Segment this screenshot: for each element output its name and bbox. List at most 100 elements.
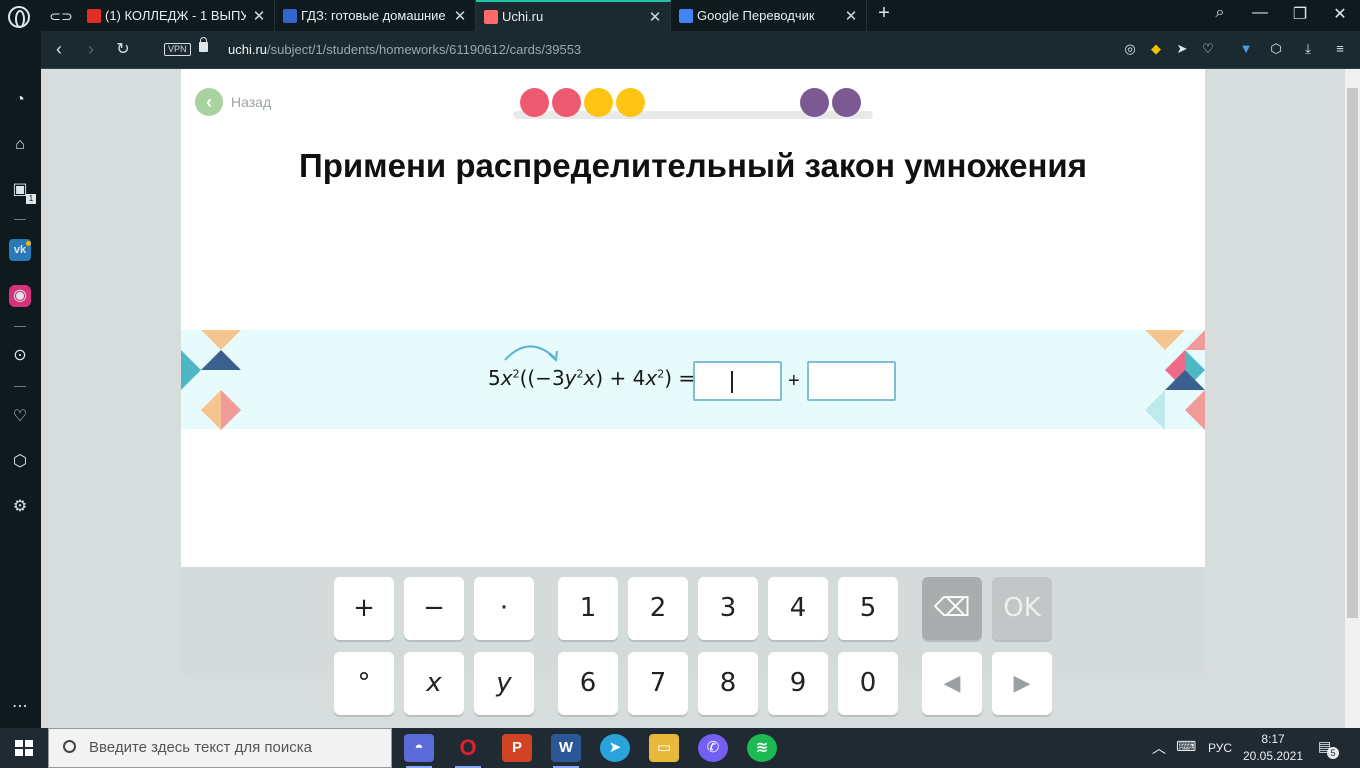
decor-triangle: [1145, 390, 1165, 430]
menu-icon[interactable]: ≡: [1332, 41, 1348, 57]
key-4[interactable]: 4: [768, 577, 828, 640]
key-multiply[interactable]: ·: [474, 577, 534, 640]
restore-icon[interactable]: ❐: [1288, 4, 1312, 24]
download-icon[interactable]: ⤓: [1300, 41, 1316, 57]
tab-bar: ⊂⊃ (1) КОЛЛЕДЖ - 1 ВЫПУСК ✕ ГДЗ: готовые…: [0, 0, 1360, 31]
clock-time[interactable]: 8:17: [1250, 732, 1296, 746]
minimize-icon[interactable]: —: [1248, 4, 1272, 22]
chevron-left-icon: ‹: [195, 88, 223, 116]
adblock-shield-icon[interactable]: ◆: [1148, 41, 1164, 57]
discord-app-icon[interactable]: ◓: [404, 734, 434, 768]
key-6[interactable]: 6: [558, 652, 618, 715]
close-tab-icon[interactable]: ✕: [844, 7, 858, 25]
distribute-arrow-icon: [504, 345, 558, 362]
file-explorer-icon[interactable]: ▭: [649, 734, 679, 762]
new-tab-button[interactable]: +: [874, 2, 894, 25]
gdz-favicon-icon: [283, 8, 297, 23]
key-degree[interactable]: °: [334, 652, 394, 715]
back-arrow-icon[interactable]: ‹: [49, 39, 69, 60]
cube-icon[interactable]: ⬡: [1268, 41, 1284, 57]
decor-triangle: [181, 350, 201, 390]
powerpoint-app-icon[interactable]: P: [502, 734, 532, 762]
key-0[interactable]: 0: [838, 652, 898, 715]
windows-start-icon[interactable]: [15, 740, 33, 756]
speed-dial-icon[interactable]: ◔: [9, 89, 31, 111]
sidebar-divider: [14, 326, 26, 327]
close-tab-icon[interactable]: ✕: [648, 8, 662, 26]
tab-gdz[interactable]: ГДЗ: готовые домашние за ✕: [275, 0, 476, 31]
key-1[interactable]: 1: [558, 577, 618, 640]
tray-chevron-up-icon[interactable]: ︿: [1152, 738, 1166, 758]
cursor-right-key[interactable]: ▶: [992, 652, 1052, 715]
briefcase-icon[interactable]: ⌂: [9, 134, 31, 156]
google-translate-icon: [679, 8, 693, 23]
lock-icon[interactable]: [199, 37, 208, 52]
language-indicator[interactable]: РУС: [1208, 741, 1232, 755]
twitch-badge: 1: [26, 194, 36, 204]
backspace-key[interactable]: ⌫: [922, 577, 982, 640]
extensions-cube-icon[interactable]: ⬡: [9, 451, 31, 473]
taskbar-search-input[interactable]: Введите здесь текст для поиска: [48, 728, 392, 768]
telegram-app-icon[interactable]: ➤: [600, 734, 630, 762]
vpn-badge[interactable]: VPN: [164, 43, 191, 56]
key-9[interactable]: 9: [768, 652, 828, 715]
settings-gear-icon[interactable]: ⚙: [9, 496, 31, 518]
progress-dot: [520, 88, 549, 117]
sidebar-divider: [14, 219, 26, 220]
decor-triangle: [201, 350, 241, 370]
gamepad-icon[interactable]: ⊂⊃: [44, 4, 78, 28]
equation-band: 5x2((−3y2x) + 4x2) = +: [181, 330, 1205, 430]
key-8[interactable]: 8: [698, 652, 758, 715]
tab-uchi[interactable]: Uchi.ru ✕: [476, 0, 671, 31]
back-label: Назад: [231, 94, 272, 110]
equation-expression: 5x2((−3y2x) + 4x2) =: [488, 366, 696, 390]
opera-app-icon[interactable]: O: [453, 734, 483, 768]
search-tabs-icon[interactable]: ⌕: [1208, 4, 1232, 22]
camera-icon[interactable]: ◎: [1122, 41, 1138, 57]
key-x[interactable]: x: [404, 652, 464, 715]
player-icon[interactable]: ⊙: [9, 345, 31, 367]
page-viewport: ‹ Назад Примени распределительный закон …: [41, 69, 1345, 728]
progress-dot: [552, 88, 581, 117]
spotify-app-icon[interactable]: ≋: [747, 734, 777, 762]
key-y[interactable]: y: [474, 652, 534, 715]
close-tab-icon[interactable]: ✕: [252, 7, 266, 25]
word-app-icon[interactable]: W: [551, 734, 581, 768]
key-5[interactable]: 5: [838, 577, 898, 640]
decor-triangle: [201, 330, 241, 350]
page-title: Примени распределительный закон умножени…: [299, 147, 1087, 184]
youtube-icon: [87, 8, 101, 23]
decor-triangle: [201, 390, 221, 430]
back-button[interactable]: ‹ Назад: [195, 88, 271, 116]
close-tab-icon[interactable]: ✕: [453, 7, 467, 25]
answer-input-2[interactable]: [807, 361, 896, 401]
math-keypad: + − · 1 2 3 4 5 ⌫ OK ° x y 6 7 8 9 0 ◀ ▶: [181, 567, 1205, 715]
tab-college[interactable]: (1) КОЛЛЕДЖ - 1 ВЫПУСК ✕: [79, 0, 275, 31]
key-7[interactable]: 7: [628, 652, 688, 715]
viber-app-icon[interactable]: ✆: [698, 734, 728, 762]
cursor-left-key[interactable]: ◀: [922, 652, 982, 715]
bookmarks-heart-icon[interactable]: ♡: [9, 406, 31, 428]
key-2[interactable]: 2: [628, 577, 688, 640]
keyboard-icon[interactable]: ⌨: [1176, 738, 1196, 755]
text-caret: [731, 371, 733, 393]
forward-arrow-icon[interactable]: ›: [81, 39, 101, 60]
decor-triangle: [221, 390, 241, 430]
close-window-icon[interactable]: ✕: [1328, 4, 1352, 24]
ok-button[interactable]: OK: [992, 577, 1052, 640]
cart-icon[interactable]: ▼: [1238, 41, 1254, 57]
instagram-icon[interactable]: ◉: [9, 285, 31, 307]
heart-icon[interactable]: ♡: [1200, 41, 1216, 57]
more-icon[interactable]: ⋯: [9, 696, 31, 718]
key-plus[interactable]: +: [334, 577, 394, 640]
send-icon[interactable]: ➤: [1174, 41, 1190, 57]
scrollbar-thumb[interactable]: [1347, 88, 1358, 618]
key-minus[interactable]: −: [404, 577, 464, 640]
clock-date[interactable]: 20.05.2021: [1242, 749, 1304, 763]
answer-input-1[interactable]: [693, 361, 782, 401]
opera-menu-icon[interactable]: [8, 6, 30, 28]
tab-google-translate[interactable]: Google Переводчик ✕: [671, 0, 867, 31]
reload-icon[interactable]: ↻: [113, 39, 133, 59]
key-3[interactable]: 3: [698, 577, 758, 640]
url-field[interactable]: uchi.ru/subject/1/students/homeworks/611…: [228, 42, 581, 57]
